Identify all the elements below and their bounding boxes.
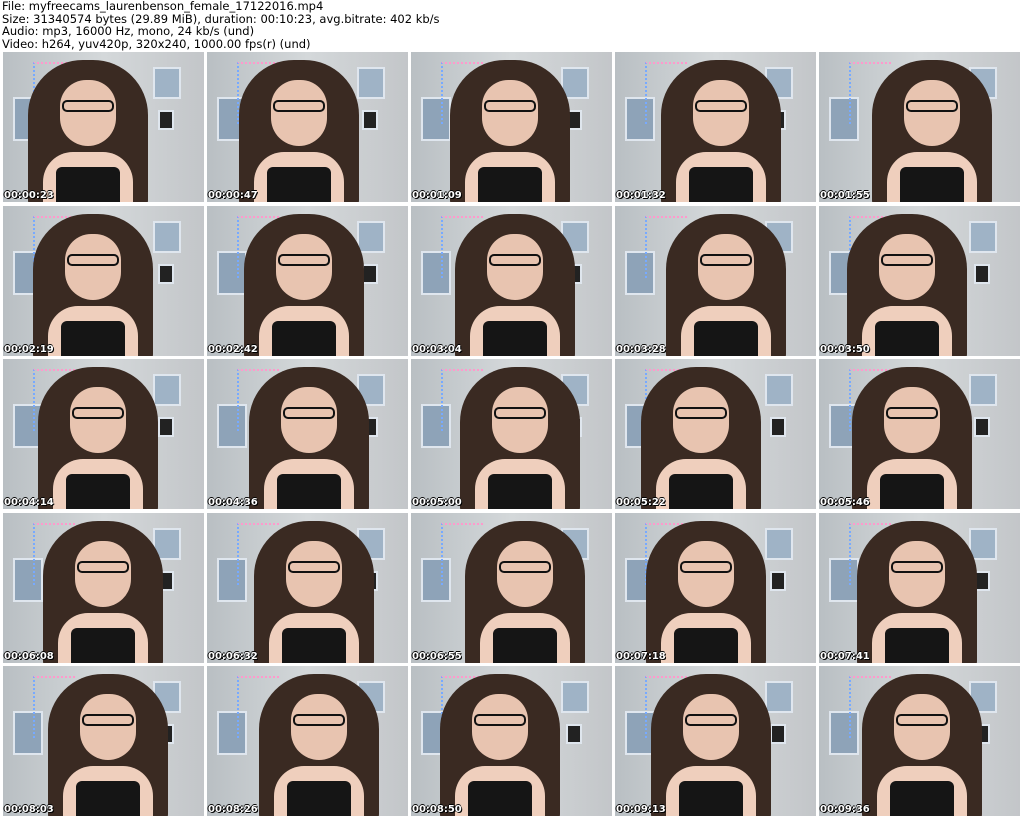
timestamp: 00:03:50 bbox=[820, 343, 870, 355]
person bbox=[411, 666, 601, 816]
video-thumbnail[interactable]: 00:06:55 bbox=[411, 512, 612, 663]
person bbox=[415, 206, 612, 356]
video-thumbnail[interactable]: 00:04:36 bbox=[207, 359, 408, 509]
timestamp: 00:03:28 bbox=[616, 343, 666, 355]
video-thumbnail[interactable]: 00:06:32 bbox=[207, 512, 408, 663]
file-info-header: File: myfreecams_laurenbenson_female_171… bbox=[2, 0, 440, 50]
person bbox=[3, 206, 194, 356]
person bbox=[219, 666, 408, 816]
person bbox=[8, 666, 204, 816]
video-thumbnail[interactable]: 00:01:55 bbox=[819, 52, 1020, 202]
person bbox=[822, 666, 1020, 816]
video-thumbnail[interactable]: 00:05:46 bbox=[819, 359, 1020, 509]
person bbox=[420, 359, 612, 509]
video-thumbnail[interactable]: 00:03:04 bbox=[411, 205, 612, 356]
video-thumbnail[interactable]: 00:00:23 bbox=[3, 52, 204, 202]
person bbox=[615, 359, 802, 509]
video-thumbnail[interactable]: 00:08:26 bbox=[207, 666, 408, 816]
person bbox=[819, 359, 1013, 509]
person bbox=[207, 206, 405, 356]
video-thumbnail[interactable]: 00:03:50 bbox=[819, 205, 1020, 356]
video-thumbnail[interactable]: 00:07:18 bbox=[615, 512, 816, 663]
person bbox=[411, 52, 611, 202]
video-thumbnail[interactable]: 00:05:22 bbox=[615, 359, 816, 509]
video-thumbnail[interactable]: 00:01:09 bbox=[411, 52, 612, 202]
video-thumbnail[interactable]: 00:09:13 bbox=[615, 666, 816, 816]
person bbox=[832, 52, 1020, 202]
timestamp: 00:08:50 bbox=[412, 804, 462, 815]
person bbox=[3, 52, 189, 202]
person bbox=[615, 666, 812, 816]
video-thumbnail[interactable]: 00:06:08 bbox=[3, 512, 204, 663]
timestamp: 00:06:55 bbox=[412, 650, 462, 662]
timestamp: 00:00:47 bbox=[208, 190, 258, 201]
video-thumbnail[interactable]: 00:02:42 bbox=[207, 205, 408, 356]
video-thumbnail[interactable]: 00:01:32 bbox=[615, 52, 816, 202]
timestamp: 00:04:36 bbox=[208, 497, 258, 508]
timestamp: 00:02:42 bbox=[208, 343, 258, 355]
person bbox=[214, 513, 408, 663]
timestamp: 00:05:22 bbox=[616, 497, 666, 508]
timestamp: 00:07:18 bbox=[616, 650, 666, 662]
timestamp: 00:01:55 bbox=[820, 190, 870, 201]
person bbox=[207, 52, 400, 202]
timestamp: 00:06:32 bbox=[208, 650, 258, 662]
file-name: File: myfreecams_laurenbenson_female_171… bbox=[2, 0, 324, 13]
timestamp: 00:02:19 bbox=[4, 343, 54, 355]
person bbox=[621, 52, 816, 202]
person bbox=[209, 359, 408, 509]
timestamp: 00:01:32 bbox=[616, 190, 666, 201]
timestamp: 00:05:00 bbox=[412, 497, 462, 508]
video-thumbnail[interactable]: 00:07:41 bbox=[819, 512, 1020, 663]
person bbox=[626, 206, 816, 356]
person bbox=[3, 359, 199, 509]
timestamp: 00:09:36 bbox=[820, 804, 870, 815]
timestamp: 00:00:23 bbox=[4, 190, 54, 201]
timestamp: 00:08:26 bbox=[208, 804, 258, 815]
thumbnail-grid: 00:00:23 00:00:47 00:01:09 00:01:32 00:0… bbox=[3, 52, 1020, 816]
person bbox=[615, 513, 807, 663]
video-thumbnail[interactable]: 00:09:36 bbox=[819, 666, 1020, 816]
person bbox=[3, 513, 204, 663]
video-thumbnail[interactable]: 00:08:50 bbox=[411, 666, 612, 816]
timestamp: 00:09:13 bbox=[616, 804, 666, 815]
video-thumbnail[interactable]: 00:04:14 bbox=[3, 359, 204, 509]
person bbox=[819, 513, 1018, 663]
person bbox=[819, 206, 1008, 356]
video-thumbnail[interactable]: 00:08:03 bbox=[3, 666, 204, 816]
video-thumbnail[interactable]: 00:03:28 bbox=[615, 205, 816, 356]
video-thumbnail[interactable]: 00:02:19 bbox=[3, 205, 204, 356]
timestamp: 00:08:03 bbox=[4, 804, 54, 815]
timestamp: 00:07:41 bbox=[820, 650, 870, 662]
timestamp: 00:05:46 bbox=[820, 497, 870, 508]
timestamp: 00:03:04 bbox=[412, 343, 462, 355]
timestamp: 00:01:09 bbox=[412, 190, 462, 201]
timestamp: 00:06:08 bbox=[4, 650, 54, 662]
timestamp: 00:04:14 bbox=[4, 497, 54, 508]
audio-info: Audio: mp3, 16000 Hz, mono, 24 kb/s (und… bbox=[2, 24, 255, 38]
video-info: Video: h264, yuv420p, 320x240, 1000.00 f… bbox=[2, 36, 311, 51]
person bbox=[425, 513, 612, 663]
video-thumbnail[interactable]: 00:05:00 bbox=[411, 359, 612, 509]
video-thumbnail[interactable]: 00:00:47 bbox=[207, 52, 408, 202]
